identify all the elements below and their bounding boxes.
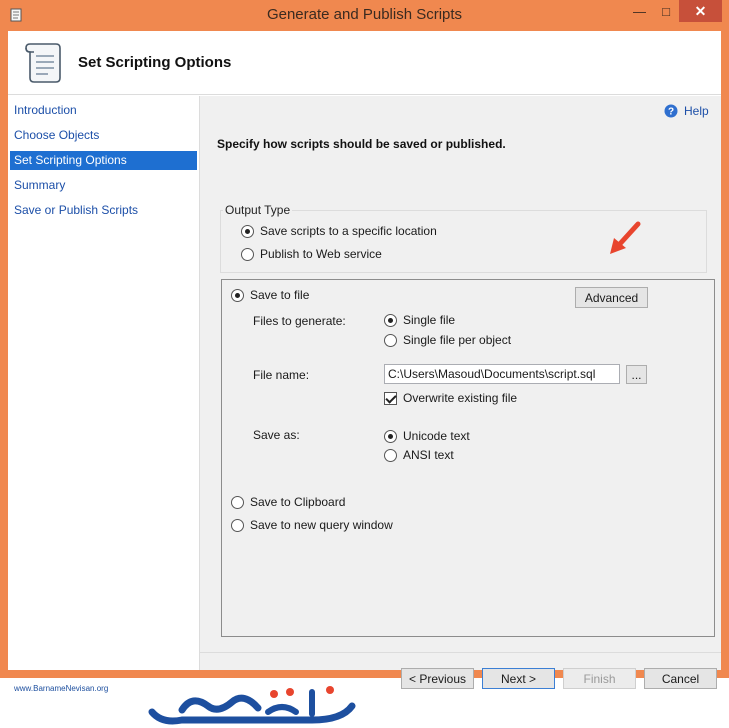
single-file-label: Single file bbox=[403, 313, 456, 327]
save-to-query-window-radio[interactable]: Save to new query window bbox=[231, 518, 393, 532]
file-name-label: File name: bbox=[253, 368, 310, 382]
finish-button[interactable]: Finish bbox=[563, 668, 636, 689]
radio-selected-indicator bbox=[231, 288, 244, 302]
page-header: Set Scripting Options bbox=[8, 31, 721, 95]
minimize-button[interactable]: — bbox=[626, 0, 653, 22]
svg-text:?: ? bbox=[668, 107, 674, 118]
save-to-query-window-label: Save to new query window bbox=[250, 518, 393, 532]
unicode-text-label: Unicode text bbox=[403, 429, 470, 443]
save-specific-location-radio[interactable]: Save scripts to a specific location bbox=[241, 224, 437, 238]
wizard-window: Generate and Publish Scripts — □ ✕ Set S… bbox=[0, 0, 729, 689]
radio-indicator bbox=[231, 495, 244, 509]
annotation-arrow-icon bbox=[610, 221, 641, 254]
checkbox-checked-indicator bbox=[384, 391, 397, 405]
maximize-button[interactable]: □ bbox=[653, 0, 679, 22]
file-name-input[interactable] bbox=[384, 364, 620, 384]
content-area: ? Help Specify how scripts should be sav… bbox=[200, 96, 721, 689]
single-file-per-object-label: Single file per object bbox=[403, 333, 512, 347]
ansi-text-radio[interactable]: ANSI text bbox=[384, 448, 454, 462]
sidebar-item-introduction[interactable]: Introduction bbox=[10, 101, 197, 120]
close-button[interactable]: ✕ bbox=[679, 0, 722, 22]
page-title: Set Scripting Options bbox=[78, 54, 232, 71]
title-bar[interactable]: Generate and Publish Scripts — □ ✕ bbox=[0, 0, 729, 31]
help-link[interactable]: ? Help bbox=[664, 104, 709, 118]
help-icon: ? bbox=[664, 104, 678, 118]
window-title: Generate and Publish Scripts bbox=[266, 6, 463, 23]
output-type-label: Output Type bbox=[223, 203, 293, 217]
advanced-button[interactable]: Advanced bbox=[575, 287, 648, 308]
radio-indicator bbox=[231, 518, 244, 532]
save-to-file-radio[interactable]: Save to file bbox=[231, 288, 309, 302]
wizard-steps-sidebar: Introduction Choose Objects Set Scriptin… bbox=[8, 96, 200, 670]
radio-indicator bbox=[241, 247, 254, 261]
files-to-generate-label: Files to generate: bbox=[253, 314, 346, 328]
watermark-url: www.BarnameNevisan.org bbox=[13, 684, 108, 693]
save-to-clipboard-label: Save to Clipboard bbox=[250, 495, 346, 509]
browse-button[interactable]: ... bbox=[626, 365, 647, 384]
next-button[interactable]: Next > bbox=[482, 668, 555, 689]
sidebar-item-set-scripting-options[interactable]: Set Scripting Options bbox=[10, 151, 197, 170]
footer-divider bbox=[200, 652, 721, 653]
ansi-text-label: ANSI text bbox=[403, 448, 454, 462]
site-watermark-logo: www.BarnameNevisan.org bbox=[13, 684, 356, 725]
radio-selected-indicator bbox=[384, 313, 397, 327]
save-specific-location-label: Save scripts to a specific location bbox=[260, 224, 437, 238]
scroll-icon bbox=[25, 43, 61, 83]
publish-web-service-radio[interactable]: Publish to Web service bbox=[241, 247, 382, 261]
single-file-radio[interactable]: Single file bbox=[384, 313, 455, 327]
radio-indicator bbox=[384, 333, 397, 347]
help-label: Help bbox=[684, 104, 709, 118]
unicode-text-radio[interactable]: Unicode text bbox=[384, 429, 470, 443]
save-to-clipboard-radio[interactable]: Save to Clipboard bbox=[231, 495, 345, 509]
radio-selected-indicator bbox=[384, 429, 397, 443]
save-to-file-label: Save to file bbox=[250, 288, 310, 302]
cancel-button[interactable]: Cancel bbox=[644, 668, 717, 689]
sidebar-item-summary[interactable]: Summary bbox=[10, 176, 197, 195]
sidebar-item-choose-objects[interactable]: Choose Objects bbox=[10, 126, 197, 145]
instruction-text: Specify how scripts should be saved or p… bbox=[217, 137, 506, 151]
publish-web-service-label: Publish to Web service bbox=[260, 247, 382, 261]
radio-indicator bbox=[384, 448, 397, 462]
radio-selected-indicator bbox=[241, 224, 254, 238]
overwrite-existing-checkbox[interactable]: Overwrite existing file bbox=[384, 391, 517, 405]
single-file-per-object-radio[interactable]: Single file per object bbox=[384, 333, 511, 347]
previous-button[interactable]: < Previous bbox=[401, 668, 474, 689]
save-as-label: Save as: bbox=[253, 428, 300, 442]
save-options-panel: Save to file Advanced Files to generate:… bbox=[221, 279, 715, 637]
sidebar-item-save-or-publish[interactable]: Save or Publish Scripts bbox=[10, 201, 197, 220]
overwrite-existing-label: Overwrite existing file bbox=[403, 391, 518, 405]
client-area: Set Scripting Options Introduction Choos… bbox=[8, 31, 721, 689]
